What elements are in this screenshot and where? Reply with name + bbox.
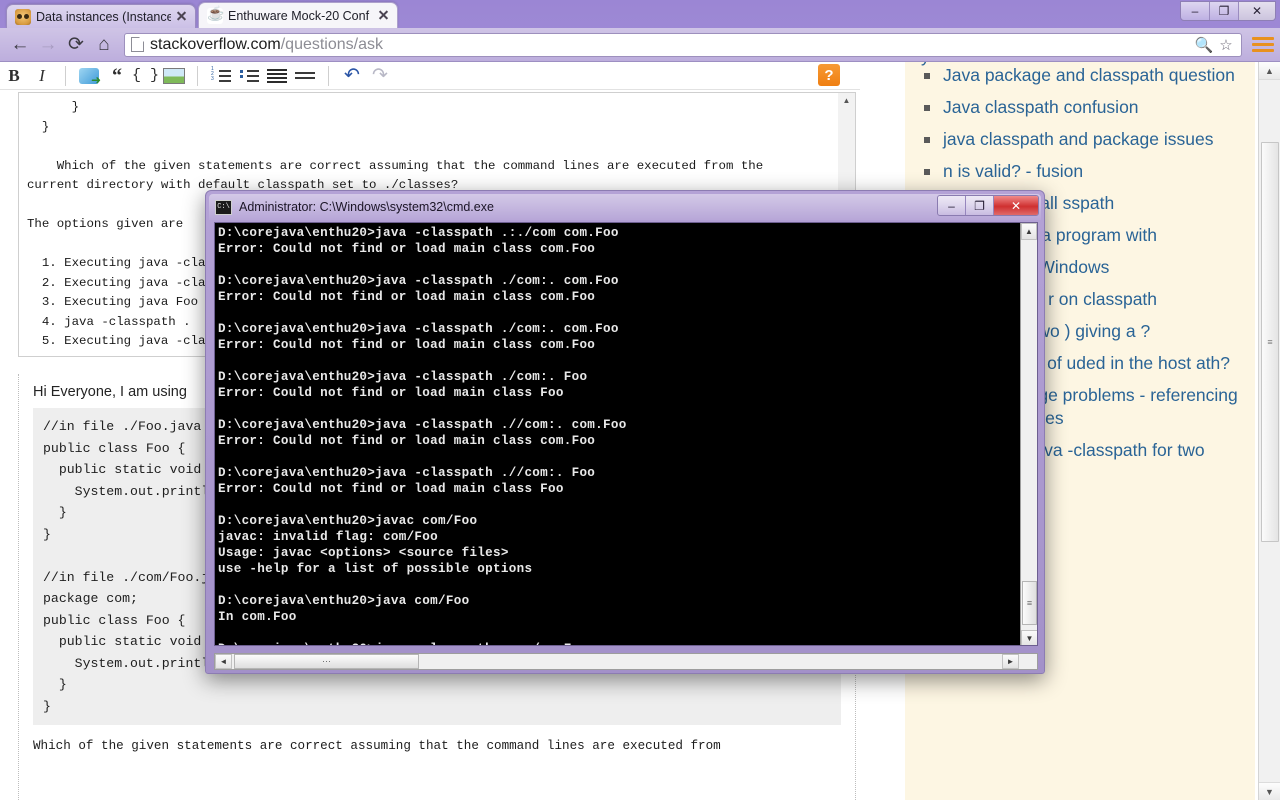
heading-button[interactable] xyxy=(264,64,290,88)
page-scroll-down-arrow[interactable]: ▼ xyxy=(1259,782,1280,800)
list-item[interactable]: java classpath and package issues xyxy=(921,128,1239,151)
url-domain: stackoverflow.com xyxy=(150,35,281,53)
page-icon xyxy=(131,37,144,52)
page-scroll-up-arrow[interactable]: ▲ xyxy=(1259,62,1280,80)
cmd-close-button[interactable]: ✕ xyxy=(994,196,1038,215)
url-text: stackoverflow.com/questions/ask xyxy=(150,36,1193,54)
cmd-title-bar[interactable]: C:\ Administrator: C:\Windows\system32\c… xyxy=(209,194,1041,220)
preview-tail-text: Which of the given statements are correc… xyxy=(33,739,721,753)
code-sample-button[interactable]: { } xyxy=(132,64,159,88)
close-button[interactable]: ✕ xyxy=(1239,2,1275,20)
back-button[interactable]: ← xyxy=(6,32,34,58)
toolbar-divider xyxy=(328,65,330,86)
cmd-horizontal-scrollbar-thumb[interactable]: ⋯ xyxy=(234,654,419,669)
cmd-horizontal-scrollbar[interactable]: ◄ ⋯ ► xyxy=(214,653,1038,670)
search-icon[interactable]: 🔍 xyxy=(1193,35,1215,55)
browser-window-controls: – ❐ ✕ xyxy=(1180,1,1276,21)
cmd-console-output-area[interactable]: D:\corejava\enthu20>java -classpath .:./… xyxy=(214,222,1038,646)
heading-icon xyxy=(267,68,288,83)
hyperlink-button[interactable] xyxy=(76,64,102,88)
numbered-list-button[interactable] xyxy=(208,64,234,88)
italic-button[interactable]: I xyxy=(29,64,55,88)
java-icon xyxy=(207,5,224,24)
close-icon[interactable] xyxy=(174,9,189,24)
address-bar[interactable]: stackoverflow.com/questions/ask 🔍 ☆ xyxy=(124,32,1242,57)
console-icon: C:\ xyxy=(215,199,232,215)
image-button[interactable] xyxy=(161,64,187,88)
cmd-window-controls: – ❐ ✕ xyxy=(937,195,1039,216)
cmd-console-lines: D:\corejava\enthu20>java -classpath .:./… xyxy=(218,226,627,645)
list-item[interactable]: Java package and classpath question xyxy=(921,64,1239,87)
cmd-minimize-button[interactable]: – xyxy=(938,196,966,215)
url-path: /questions/ask xyxy=(280,35,383,53)
related-question-link[interactable]: Java classpath confusion xyxy=(943,96,1239,119)
image-icon xyxy=(163,67,186,84)
editor-toolbar: B I “ { } ↶ ↷ xyxy=(0,62,860,90)
browser-tab-title: Enthuware Mock-20 Conf xyxy=(228,8,370,23)
list-item[interactable]: Java classpath confusion xyxy=(921,96,1239,119)
undo-button[interactable]: ↶ xyxy=(339,64,365,88)
hamburger-menu-icon[interactable] xyxy=(1252,34,1274,56)
browser-toolbar: ← → ⟳ ⌂ stackoverflow.com/questions/ask … xyxy=(0,28,1280,62)
cmd-scroll-right-arrow[interactable]: ► xyxy=(1002,654,1019,669)
browser-tab-enthuware[interactable]: Enthuware Mock-20 Conf xyxy=(198,2,398,28)
toolbar-divider xyxy=(65,65,66,86)
toolbar-divider xyxy=(197,65,199,86)
cmd-scroll-up-arrow[interactable]: ▲ xyxy=(1021,223,1037,240)
page-scrollbar[interactable]: ▲ ≡ ▼ xyxy=(1258,62,1280,800)
tab-strip: Data instances (Instance) Enthuware Mock… xyxy=(0,0,1280,28)
bulleted-list-icon xyxy=(239,69,260,83)
forward-button[interactable]: → xyxy=(34,32,62,58)
cmd-vertical-scrollbar[interactable]: ▲ ≡ ▼ xyxy=(1020,223,1037,645)
reload-button[interactable]: ⟳ xyxy=(62,32,90,58)
cmd-vertical-scrollbar-thumb[interactable]: ≡ xyxy=(1022,581,1037,625)
page-scrollbar-thumb[interactable]: ≡ xyxy=(1261,142,1279,542)
cmd-maximize-button[interactable]: ❐ xyxy=(966,196,994,215)
list-item[interactable]: n is valid? - fusion xyxy=(921,160,1239,183)
cmd-window-title: Administrator: C:\Windows\system32\cmd.e… xyxy=(239,200,494,214)
browser-window: Data instances (Instance) Enthuware Mock… xyxy=(0,0,1280,800)
link-icon xyxy=(79,67,101,87)
horizontal-rule-icon xyxy=(295,69,316,83)
maximize-button[interactable]: ❐ xyxy=(1210,2,1239,20)
bulleted-list-button[interactable] xyxy=(236,64,262,88)
numbered-list-icon xyxy=(211,67,232,83)
browser-tab-data-instances[interactable]: Data instances (Instance) xyxy=(6,4,196,28)
cmd-scroll-down-arrow[interactable]: ▼ xyxy=(1021,630,1037,645)
horizontal-rule-button[interactable] xyxy=(292,64,318,88)
related-question-link[interactable]: n is valid? - fusion xyxy=(943,160,1239,183)
minimize-button[interactable]: – xyxy=(1181,2,1210,20)
blockquote-button[interactable]: “ xyxy=(104,64,130,88)
home-button[interactable]: ⌂ xyxy=(90,32,118,58)
cmd-scroll-left-arrow[interactable]: ◄ xyxy=(215,654,232,669)
cmd-window[interactable]: C:\ Administrator: C:\Windows\system32\c… xyxy=(205,190,1045,674)
cmd-resize-grip[interactable] xyxy=(1021,653,1036,668)
cmd-console-text: D:\corejava\enthu20>java -classpath .:./… xyxy=(218,225,627,645)
redo-button[interactable]: ↷ xyxy=(367,64,393,88)
editor-help-button[interactable]: ? xyxy=(818,64,840,86)
close-icon[interactable] xyxy=(376,8,391,23)
related-question-link[interactable]: Java package and classpath question xyxy=(943,64,1239,87)
bookmark-star-icon[interactable]: ☆ xyxy=(1215,35,1237,55)
related-question-link[interactable]: java classpath and package issues xyxy=(943,128,1239,151)
bold-button[interactable]: B xyxy=(1,64,27,88)
scroll-up-arrow[interactable]: ▲ xyxy=(838,93,855,108)
face-icon xyxy=(15,8,31,25)
browser-tab-title: Data instances (Instance) xyxy=(36,9,171,24)
